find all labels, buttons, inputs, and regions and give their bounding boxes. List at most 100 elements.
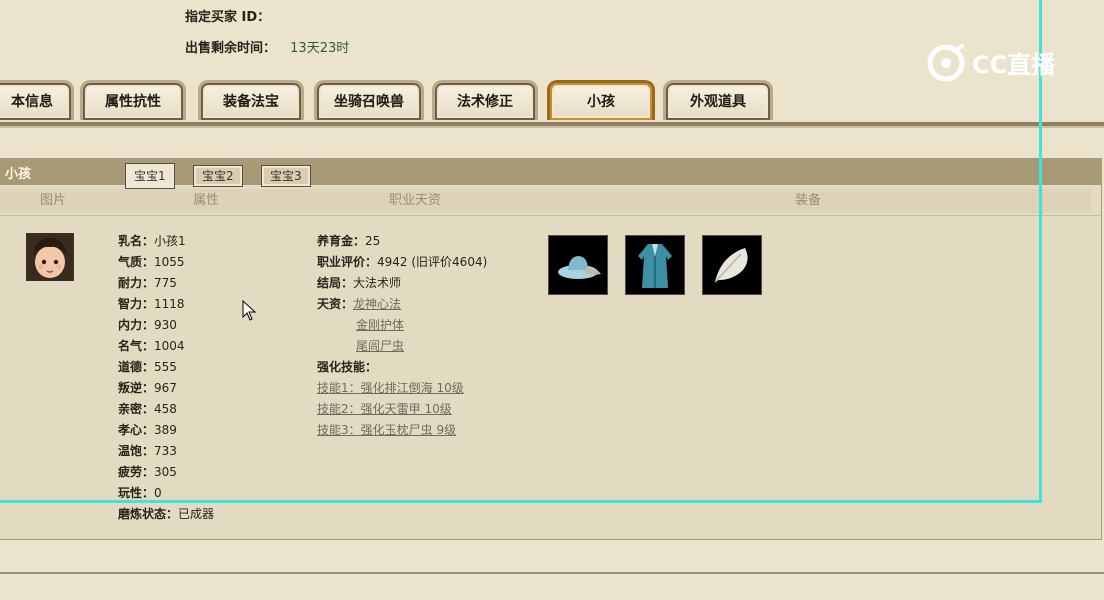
attr-label: 叛逆： xyxy=(118,381,155,395)
tab-spell-correction[interactable]: 法术修正 xyxy=(432,80,538,120)
attr-row: 磨炼状态：已成器 xyxy=(118,504,214,525)
tab-appearance[interactable]: 外观道具 xyxy=(663,80,773,120)
attr-value: 967 xyxy=(154,381,177,395)
skills-label: 强化技能： xyxy=(317,360,378,374)
fund-value: 25 xyxy=(365,234,381,248)
column-header-image: 图片 xyxy=(0,189,108,213)
attr-label: 道德： xyxy=(118,360,155,374)
skills-heading-row: 强化技能： xyxy=(317,357,487,378)
attr-label: 温饱： xyxy=(118,444,155,458)
attr-value: 930 xyxy=(154,318,177,332)
column-divider xyxy=(0,215,1101,216)
subtab-baby-1[interactable]: 宝宝1 xyxy=(125,163,175,189)
attr-row: 孝心：389 xyxy=(118,420,214,441)
attr-row: 疲劳：305 xyxy=(118,462,214,483)
skill-link[interactable]: 技能2：强化天雷甲 10级 xyxy=(317,402,452,416)
attr-value: 1004 xyxy=(154,339,185,353)
attr-row: 内力：930 xyxy=(118,315,214,336)
attr-row: 乳名：小孩1 xyxy=(118,231,214,252)
subtab-baby-2[interactable]: 宝宝2 xyxy=(193,165,243,187)
subtab-baby-3[interactable]: 宝宝3 xyxy=(261,165,311,187)
attr-row: 玩性：0 xyxy=(118,483,214,504)
talent-link[interactable]: 龙神心法 xyxy=(353,297,401,311)
attr-label: 孝心： xyxy=(118,423,155,437)
talent-row: 尾闾尸虫 xyxy=(317,336,487,357)
robe-icon xyxy=(638,244,672,288)
skill-link[interactable]: 技能1：强化排江倒海 10级 xyxy=(317,381,464,395)
buyer-id-row: 指定买家 ID： xyxy=(185,6,270,25)
attr-value: 775 xyxy=(154,276,177,290)
equipment-slot[interactable] xyxy=(548,235,608,295)
talent-link[interactable]: 尾闾尸虫 xyxy=(356,339,404,353)
attr-value: 305 xyxy=(154,465,177,479)
ending-label: 结局： xyxy=(317,276,354,290)
attr-row: 名气：1004 xyxy=(118,336,214,357)
sale-time-row: 出售剩余时间： 13天23时 xyxy=(185,37,349,56)
tab-child[interactable]: 小孩 xyxy=(547,80,655,120)
attr-row: 智力：1118 xyxy=(118,294,214,315)
column-header-attributes: 属性 xyxy=(107,189,306,213)
equipment-slot[interactable] xyxy=(702,235,762,295)
attr-label: 乳名： xyxy=(118,234,155,248)
attr-value: 1118 xyxy=(154,297,185,311)
fund-label: 养育金： xyxy=(317,234,366,248)
sale-time-label: 出售剩余时间： xyxy=(185,41,277,56)
attr-label: 疲劳： xyxy=(118,465,155,479)
sale-time-value: 13天23时 xyxy=(290,41,350,56)
column-header-career: 职业天资 xyxy=(305,189,526,213)
attr-value: 389 xyxy=(154,423,177,437)
skill-row: 技能3：强化玉枕尸虫 9级 xyxy=(317,420,487,441)
tab-attributes[interactable]: 属性抗性 xyxy=(80,80,186,120)
attr-value: 小孩1 xyxy=(154,234,186,248)
tab-basic-info[interactable]: 本信息 xyxy=(0,80,74,120)
attr-label: 磨炼状态： xyxy=(118,507,179,521)
ending-row: 结局：大法术师 xyxy=(317,273,487,294)
attr-row: 温饱：733 xyxy=(118,441,214,462)
attribute-list: 乳名：小孩1 气质：1055 耐力：775 智力：1118 内力：930 名气：… xyxy=(118,231,214,525)
tab-equipment[interactable]: 装备法宝 xyxy=(198,80,304,120)
talent-label: 天资： xyxy=(317,297,354,311)
ending-value: 大法术师 xyxy=(353,276,402,290)
attr-value: 458 xyxy=(154,402,177,416)
fund-row: 养育金：25 xyxy=(317,231,487,252)
attr-label: 内力： xyxy=(118,318,155,332)
attr-label: 智力： xyxy=(118,297,155,311)
column-header-equipment: 装备 xyxy=(525,189,1091,213)
eval-label: 职业评价： xyxy=(317,255,378,269)
panel-title: 小孩 xyxy=(5,167,32,182)
talent-row: 金刚护体 xyxy=(317,315,487,336)
attr-label: 玩性： xyxy=(118,486,155,500)
child-avatar xyxy=(26,233,74,281)
attr-label: 气质： xyxy=(118,255,155,269)
skill-row: 技能1：强化排江倒海 10级 xyxy=(317,378,487,399)
mouse-cursor-icon xyxy=(242,300,257,321)
attr-row: 亲密：458 xyxy=(118,399,214,420)
buyer-id-label: 指定买家 ID： xyxy=(185,10,271,25)
eval-row: 职业评价：4942 (旧评价4604) xyxy=(317,252,487,273)
skill-row: 技能2：强化天雷甲 10级 xyxy=(317,399,487,420)
attr-row: 气质：1055 xyxy=(118,252,214,273)
attr-value: 0 xyxy=(154,486,162,500)
attr-row: 耐力：775 xyxy=(118,273,214,294)
talent-link[interactable]: 金刚护体 xyxy=(356,318,404,332)
attr-value: 733 xyxy=(154,444,177,458)
skill-link[interactable]: 技能3：强化玉枕尸虫 9级 xyxy=(317,423,456,437)
hat-icon xyxy=(558,256,601,279)
equipment-slot[interactable] xyxy=(625,235,685,295)
attr-label: 亲密： xyxy=(118,402,155,416)
cc-live-logo: CC直播 xyxy=(926,40,1076,84)
bottom-divider xyxy=(0,572,1104,574)
eval-value: 4942 (旧评价4604) xyxy=(377,255,488,269)
tab-divider-light xyxy=(0,126,1104,128)
feather-icon xyxy=(714,248,748,283)
attr-value: 1055 xyxy=(154,255,185,269)
child-face-icon xyxy=(27,234,73,280)
talent-row: 天资：龙神心法 xyxy=(317,294,487,315)
attr-value: 已成器 xyxy=(178,507,215,521)
cc-logo-icon xyxy=(927,44,965,82)
panel-header: 小孩 宝宝1 宝宝2 宝宝3 xyxy=(0,159,1101,189)
attr-label: 耐力： xyxy=(118,276,155,290)
logo-text: CC直播 xyxy=(972,50,1056,79)
attr-row: 叛逆：967 xyxy=(118,378,214,399)
tab-mount-summon[interactable]: 坐骑召唤兽 xyxy=(314,80,424,120)
